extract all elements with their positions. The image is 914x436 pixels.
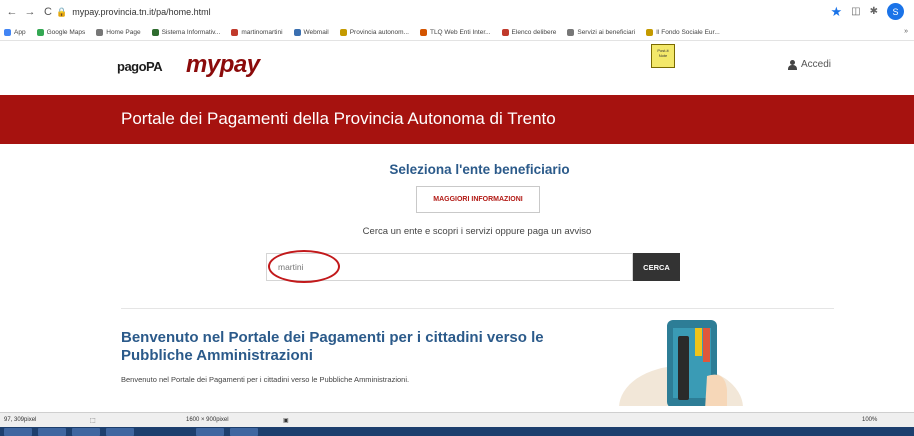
cursor-coordinates: 97, 309pixel	[4, 417, 37, 423]
search-button[interactable]: CERCA	[633, 253, 680, 281]
url-text[interactable]: mypay.provincia.tn.it/pa/home.html	[72, 7, 210, 17]
extensions-icon[interactable]: ✱	[870, 6, 878, 17]
bookmark-favicon-icon	[419, 28, 427, 36]
save-icon: ▣	[283, 417, 289, 424]
bookmark-star-icon[interactable]: ★	[831, 4, 843, 20]
taskbar-item[interactable]	[230, 428, 258, 436]
bookmark-label: TLQ Web Enti Inter...	[429, 28, 491, 36]
bookmark-favicon-icon	[567, 28, 575, 36]
login-label: Accedi	[801, 59, 832, 70]
browser-actions: ★ ◫ ✱ S	[831, 3, 904, 20]
bookmark-favicon-icon	[293, 28, 301, 36]
bookmark-favicon-icon	[339, 28, 347, 36]
welcome-title: Benvenuto nel Portale dei Pagamenti per …	[121, 329, 544, 364]
bookmark-favicon-icon	[231, 28, 239, 36]
bookmark-item[interactable]: martinomartini	[231, 28, 283, 36]
bookmark-favicon-icon	[151, 28, 159, 36]
bookmarks-bar: App Google Maps Home Page Sistema Informati…	[0, 24, 914, 41]
back-icon[interactable]: ←	[6, 6, 18, 18]
image-dimensions: 1600 × 900pixel	[186, 417, 229, 423]
bookmark-item[interactable]: TLQ Web Enti Inter...	[419, 28, 491, 36]
address-bar[interactable]: 🔒 mypay.provincia.tn.it/pa/home.html	[56, 3, 841, 21]
profile-avatar[interactable]: S	[887, 3, 904, 20]
bookmark-label: Webmail	[303, 28, 329, 36]
reload-icon[interactable]: C	[42, 6, 54, 18]
bookmarks-more-icon[interactable]: »	[904, 28, 908, 35]
card-stripe-yellow	[695, 328, 702, 356]
welcome-text-faded	[121, 398, 501, 406]
search-hint: Cerca un ente e scopri i servizi oppure …	[362, 226, 592, 237]
bookmark-favicon-icon	[4, 28, 11, 36]
bookmark-label: Sistema Informativ...	[161, 28, 221, 36]
card-stripe-red	[703, 328, 710, 362]
bookmark-label: Servizi ai beneficiari	[577, 28, 636, 36]
mypay-logo[interactable]: mypay	[186, 51, 260, 79]
bookmark-favicon-icon	[96, 28, 104, 36]
taskbar-item[interactable]	[196, 428, 224, 436]
taskbar-item[interactable]	[38, 428, 66, 436]
pagopa-logo[interactable]: pagoPA	[117, 59, 163, 74]
bookmark-label: Elenco delibere	[511, 28, 557, 36]
taskbar-start-button[interactable]	[4, 428, 32, 436]
lock-icon: 🔒	[56, 6, 68, 17]
bookmark-item[interactable]: Home Page	[96, 28, 141, 36]
user-icon	[788, 59, 797, 70]
bookmark-item[interactable]: Il Fondo Sociale Eur...	[646, 28, 720, 36]
highlight-annotation	[268, 250, 340, 283]
bookmark-favicon-icon	[36, 28, 44, 36]
bookmark-label: Google Maps	[46, 28, 86, 36]
windows-taskbar	[0, 427, 914, 436]
payment-illustration	[619, 320, 743, 406]
bookmark-label: Home Page	[106, 28, 141, 36]
login-link[interactable]: Accedi	[788, 59, 831, 70]
bookmark-label: martinomartini	[241, 28, 283, 36]
bookmark-label: App	[14, 28, 26, 36]
bookmark-favicon-icon	[646, 28, 654, 36]
browser-toolbar: ← → C 🔒 mypay.provincia.tn.it/pa/home.ht…	[0, 0, 914, 24]
sticky-note-icon[interactable]: Post-it Note	[651, 44, 675, 68]
taskbar-item[interactable]	[106, 428, 134, 436]
status-bar: 97, 309pixel ⬚ 1600 × 900pixel ▣ 100%	[0, 412, 914, 427]
bookmark-item[interactable]: Elenco delibere	[501, 28, 557, 36]
card-shape	[678, 336, 689, 400]
welcome-text: Benvenuto nel Portale dei Pagamenti per …	[121, 375, 410, 384]
zoom-level[interactable]: 100%	[862, 417, 877, 423]
bookmark-favicon-icon	[501, 28, 509, 36]
hand-shape	[705, 374, 727, 406]
bookmark-item[interactable]: Sistema Informativ...	[151, 28, 221, 36]
portal-banner: Portale dei Pagamenti della Provincia Au…	[0, 95, 914, 144]
forward-icon[interactable]: →	[24, 6, 36, 18]
banner-title: Portale dei Pagamenti della Provincia Au…	[121, 109, 556, 128]
bookmark-item[interactable]: Google Maps	[36, 28, 86, 36]
bookmark-item[interactable]: Webmail	[293, 28, 329, 36]
more-info-button[interactable]: MAGGIORI INFORMAZIONI	[416, 186, 540, 213]
bookmark-label: Provincia autonom...	[349, 28, 409, 36]
bookmark-item[interactable]: Provincia autonom...	[339, 28, 409, 36]
bookmark-item[interactable]: Servizi ai beneficiari	[567, 28, 636, 36]
select-entity-title: Seleziona l'ente beneficiario	[389, 162, 570, 177]
taskbar-item[interactable]	[72, 428, 100, 436]
section-divider	[121, 308, 834, 309]
cast-icon[interactable]: ◫	[851, 6, 860, 17]
selection-icon: ⬚	[90, 417, 96, 424]
bookmark-label: Il Fondo Sociale Eur...	[656, 28, 720, 36]
bookmark-item[interactable]: App	[4, 28, 26, 36]
